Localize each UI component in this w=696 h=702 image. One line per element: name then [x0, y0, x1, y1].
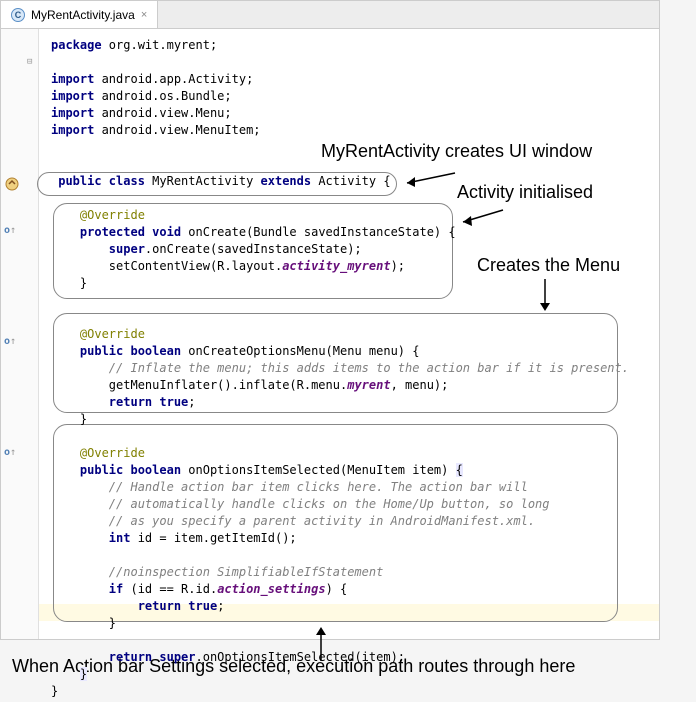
brace-match: }	[80, 667, 87, 681]
tab-bar: C MyRentActivity.java ×	[1, 1, 659, 29]
comment: // automatically handle clicks on the Ho…	[109, 497, 550, 511]
gutter-override-icon[interactable]	[5, 177, 19, 191]
resource-ref: activity_myrent	[282, 259, 390, 273]
code-text: setContentView(R.layout.	[109, 259, 282, 273]
import-line: android.view.MenuItem;	[102, 123, 261, 137]
method-sig: onCreate(Bundle savedInstanceState) {	[188, 225, 455, 239]
import-line: android.view.Menu;	[102, 106, 232, 120]
gutter[interactable]: ⊟ o↑ o↑ o↑	[1, 29, 39, 639]
class-name: MyRentActivity	[152, 174, 260, 188]
file-tab[interactable]: C MyRentActivity.java ×	[1, 1, 158, 28]
code-area[interactable]: package org.wit.myrent; import android.a…	[39, 29, 659, 639]
class-icon: C	[11, 8, 25, 22]
kw-return: return super	[109, 650, 196, 664]
kw-public: public class	[58, 174, 152, 188]
code-text: ;	[217, 599, 224, 613]
kw-super: super	[109, 242, 145, 256]
import-line: android.app.Activity;	[102, 72, 254, 86]
kw-import: import	[51, 89, 102, 103]
code-text: ) {	[326, 582, 348, 596]
code-text: , menu);	[391, 378, 449, 392]
method-sig: onCreateOptionsMenu(Menu menu) {	[188, 344, 419, 358]
comment: // as you specify a parent activity in A…	[109, 514, 535, 528]
kw-package: package	[51, 38, 109, 52]
code-text: (id == R.id.	[130, 582, 217, 596]
package-name: org.wit.myrent;	[109, 38, 217, 52]
comment: // Handle action bar item clicks here. T…	[109, 480, 528, 494]
code-text: .onOptionsItemSelected(item);	[196, 650, 406, 664]
kw-return: return true	[109, 395, 188, 409]
kw-if: if	[109, 582, 131, 596]
editor-frame: C MyRentActivity.java × ⊟ o↑ o↑ o↑ packa…	[0, 0, 660, 640]
resource-ref: action_settings	[217, 582, 325, 596]
method-sig: onOptionsItemSelected(MenuItem item)	[188, 463, 455, 477]
kw-protected: protected void	[80, 225, 188, 239]
code-text: ;	[188, 395, 195, 409]
gutter-marker[interactable]: o↑	[4, 447, 16, 458]
code-text: getMenuInflater().inflate(R.menu.	[109, 378, 347, 392]
annotation-override: @Override	[80, 446, 145, 460]
kw-import: import	[51, 72, 102, 86]
close-icon[interactable]: ×	[141, 9, 147, 21]
kw-public: public boolean	[80, 344, 188, 358]
gutter-marker[interactable]: o↑	[4, 336, 16, 347]
kw-int: int	[109, 531, 138, 545]
parent-class: Activity {	[318, 174, 390, 188]
resource-ref: myrent	[347, 378, 390, 392]
kw-extends: extends	[261, 174, 319, 188]
gutter-marker[interactable]: o↑	[4, 225, 16, 236]
annotation-override: @Override	[80, 327, 145, 341]
kw-return: return true	[138, 599, 217, 613]
code-text: .onCreate(savedInstanceState);	[145, 242, 362, 256]
brace-match: {	[456, 463, 463, 477]
editor-body: ⊟ o↑ o↑ o↑ package org.wit.myrent; impor…	[1, 29, 659, 639]
fold-handle[interactable]: ⊟	[27, 57, 36, 66]
code-text: id = item.getItemId();	[138, 531, 297, 545]
code-text: );	[391, 259, 405, 273]
code-text: }	[109, 616, 116, 630]
kw-import: import	[51, 106, 102, 120]
kw-import: import	[51, 123, 102, 137]
class-close: }	[51, 684, 58, 698]
annotation-override: @Override	[80, 208, 145, 222]
kw-public: public boolean	[80, 463, 188, 477]
comment: //noinspection SimplifiableIfStatement	[109, 565, 384, 579]
import-line: android.os.Bundle;	[102, 89, 232, 103]
comment: // Inflate the menu; this adds items to …	[109, 361, 629, 375]
tab-filename: MyRentActivity.java	[31, 8, 135, 22]
